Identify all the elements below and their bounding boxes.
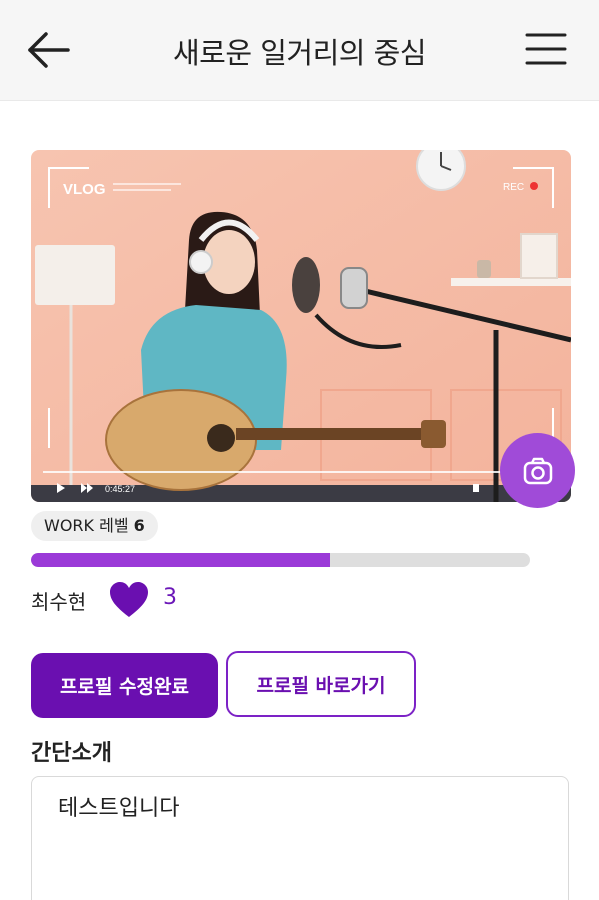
profile-media-video[interactable]: VLOG REC 0:45:27	[31, 150, 571, 502]
edit-profile-done-button[interactable]: 프로필 수정완료	[31, 653, 218, 718]
intro-textarea[interactable]: 테스트입니다	[31, 776, 569, 900]
camera-icon	[523, 457, 552, 484]
intro-text: 테스트입니다	[58, 796, 180, 821]
rec-label: REC	[503, 182, 524, 193]
user-name: 최수현	[31, 590, 87, 614]
like-button[interactable]	[108, 580, 150, 620]
volume-icon[interactable]	[473, 484, 479, 492]
level-progress-bar	[31, 553, 530, 567]
page-title: 새로운 일거리의 중심	[172, 36, 427, 70]
menu-button[interactable]	[525, 30, 569, 68]
like-count: 3	[163, 585, 177, 610]
change-photo-button[interactable]	[500, 433, 575, 508]
hamburger-menu-icon	[525, 33, 567, 65]
intro-heading: 간단소개	[31, 741, 112, 766]
video-timestamp: 0:45:27	[105, 484, 135, 494]
app-header: 새로운 일거리의 중심	[0, 0, 599, 101]
vlog-label: VLOG	[63, 181, 106, 198]
level-badge: WORK 레벨 6	[31, 511, 158, 541]
level-label: WORK 레벨	[44, 516, 129, 535]
heart-icon	[110, 582, 148, 617]
level-value: 6	[133, 516, 145, 535]
level-progress-fill	[31, 553, 331, 567]
go-to-profile-button[interactable]: 프로필 바로가기	[226, 651, 416, 717]
